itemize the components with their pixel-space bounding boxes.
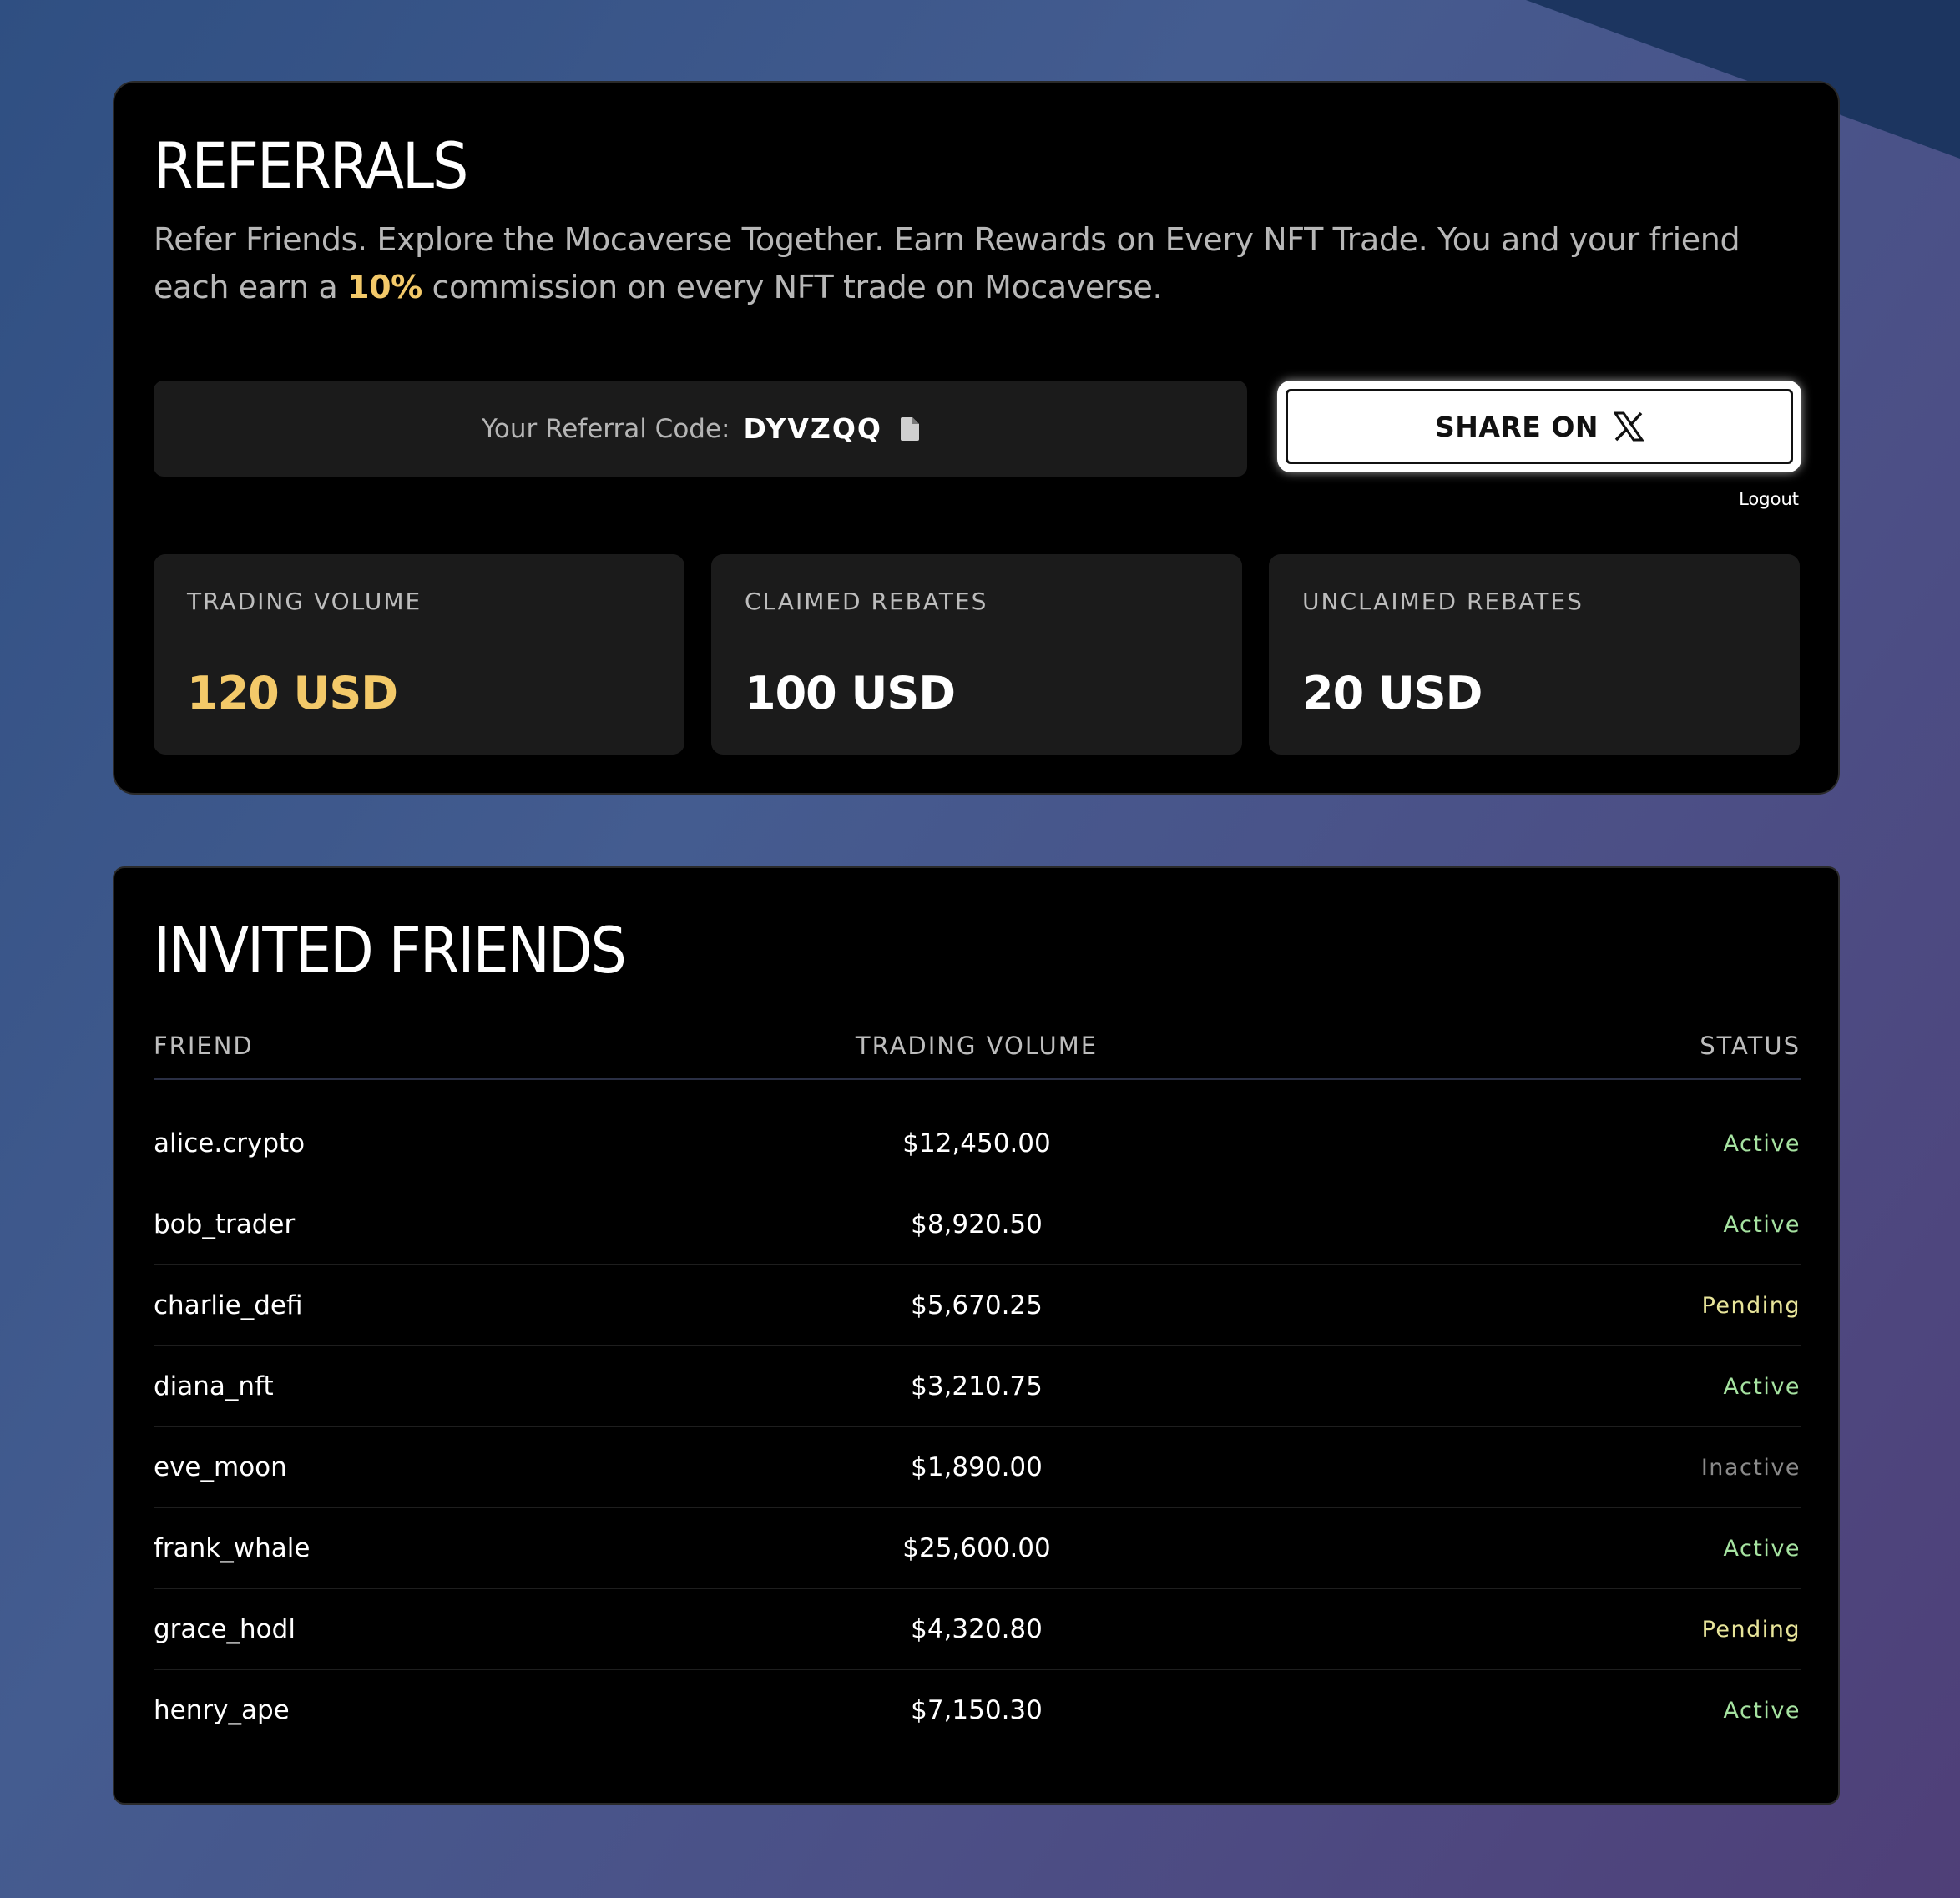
friend-name: bob_trader	[154, 1209, 296, 1239]
referral-code-box: Your Referral Code: DYVZQQ	[154, 381, 1247, 477]
friend-name: frank_whale	[154, 1533, 311, 1563]
copy-document-icon[interactable]	[900, 416, 919, 441]
friend-status: Inactive	[1700, 1455, 1801, 1481]
table-row: grace_hodl $4,320.80 Pending	[154, 1589, 1801, 1670]
referrals-description: Refer Friends. Explore the Mocaverse Tog…	[154, 216, 1765, 311]
friend-status: Active	[1723, 1374, 1801, 1400]
friend-status: Active	[1723, 1536, 1801, 1562]
friend-trading-volume: $7,150.30	[911, 1695, 1043, 1725]
friend-trading-volume: $8,920.50	[911, 1209, 1043, 1239]
stat-label: TRADING VOLUME	[187, 588, 422, 615]
friend-trading-volume: $25,600.00	[902, 1533, 1051, 1563]
logout-link[interactable]: Logout	[1739, 489, 1799, 509]
friend-status: Pending	[1701, 1617, 1801, 1643]
friend-trading-volume: $5,670.25	[911, 1290, 1043, 1320]
friend-trading-volume: $3,210.75	[911, 1371, 1043, 1401]
table-row: diana_nft $3,210.75 Active	[154, 1346, 1801, 1427]
friend-status: Active	[1723, 1698, 1801, 1724]
friend-trading-volume: $4,320.80	[911, 1614, 1043, 1644]
table-row: bob_trader $8,920.50 Active	[154, 1184, 1801, 1265]
friend-status: Active	[1723, 1212, 1801, 1238]
column-header-trading-volume: TRADING VOLUME	[855, 1032, 1099, 1060]
friend-status: Pending	[1701, 1293, 1801, 1319]
friend-name: grace_hodl	[154, 1614, 296, 1644]
friend-name: charlie_defi	[154, 1290, 303, 1320]
stat-label: UNCLAIMED REBATES	[1302, 588, 1584, 615]
share-button-label: SHARE ON	[1434, 410, 1599, 443]
invited-friends-card: INVITED FRIENDS FRIEND TRADING VOLUME ST…	[113, 866, 1840, 1805]
invited-friends-title: INVITED FRIENDS	[154, 913, 627, 987]
table-row: eve_moon $1,890.00 Inactive	[154, 1427, 1801, 1508]
stat-value: 100 USD	[745, 667, 956, 719]
column-header-status: STATUS	[1700, 1032, 1801, 1060]
claimed-rebates-stat: CLAIMED REBATES 100 USD	[711, 554, 1242, 755]
commission-rate: 10%	[347, 269, 422, 305]
stat-label: CLAIMED REBATES	[745, 588, 988, 615]
friends-table-header: FRIEND TRADING VOLUME STATUS	[154, 1032, 1801, 1080]
friend-trading-volume: $1,890.00	[911, 1452, 1043, 1482]
referrals-card: REFERRALS Refer Friends. Explore the Moc…	[113, 81, 1840, 795]
friend-name: alice.crypto	[154, 1128, 306, 1158]
table-row: henry_ape $7,150.30 Active	[154, 1670, 1801, 1751]
referral-code-value: DYVZQQ	[743, 412, 882, 445]
stat-value: 20 USD	[1302, 667, 1483, 719]
referrals-title: REFERRALS	[154, 129, 468, 203]
trading-volume-stat: TRADING VOLUME 120 USD	[154, 554, 684, 755]
friend-name: diana_nft	[154, 1371, 274, 1401]
table-row: frank_whale $25,600.00 Active	[154, 1508, 1801, 1589]
friend-trading-volume: $12,450.00	[902, 1128, 1051, 1158]
referral-code-label: Your Referral Code:	[482, 413, 730, 444]
table-row: alice.crypto $12,450.00 Active	[154, 1103, 1801, 1184]
friend-status: Active	[1723, 1131, 1801, 1157]
share-button-inner: SHARE ON	[1286, 389, 1793, 464]
description-text-end: commission on every NFT trade on Mocaver…	[432, 269, 1163, 305]
friend-name: henry_ape	[154, 1695, 290, 1725]
stat-value: 120 USD	[187, 667, 398, 719]
unclaimed-rebates-stat: UNCLAIMED REBATES 20 USD	[1269, 554, 1800, 755]
x-logo-icon	[1614, 411, 1644, 442]
share-on-x-button[interactable]: SHARE ON	[1277, 381, 1801, 472]
friends-table-body: alice.crypto $12,450.00 Active bob_trade…	[154, 1103, 1801, 1751]
table-row: charlie_defi $5,670.25 Pending	[154, 1265, 1801, 1346]
friend-name: eve_moon	[154, 1452, 287, 1482]
column-header-friend: FRIEND	[154, 1032, 254, 1060]
